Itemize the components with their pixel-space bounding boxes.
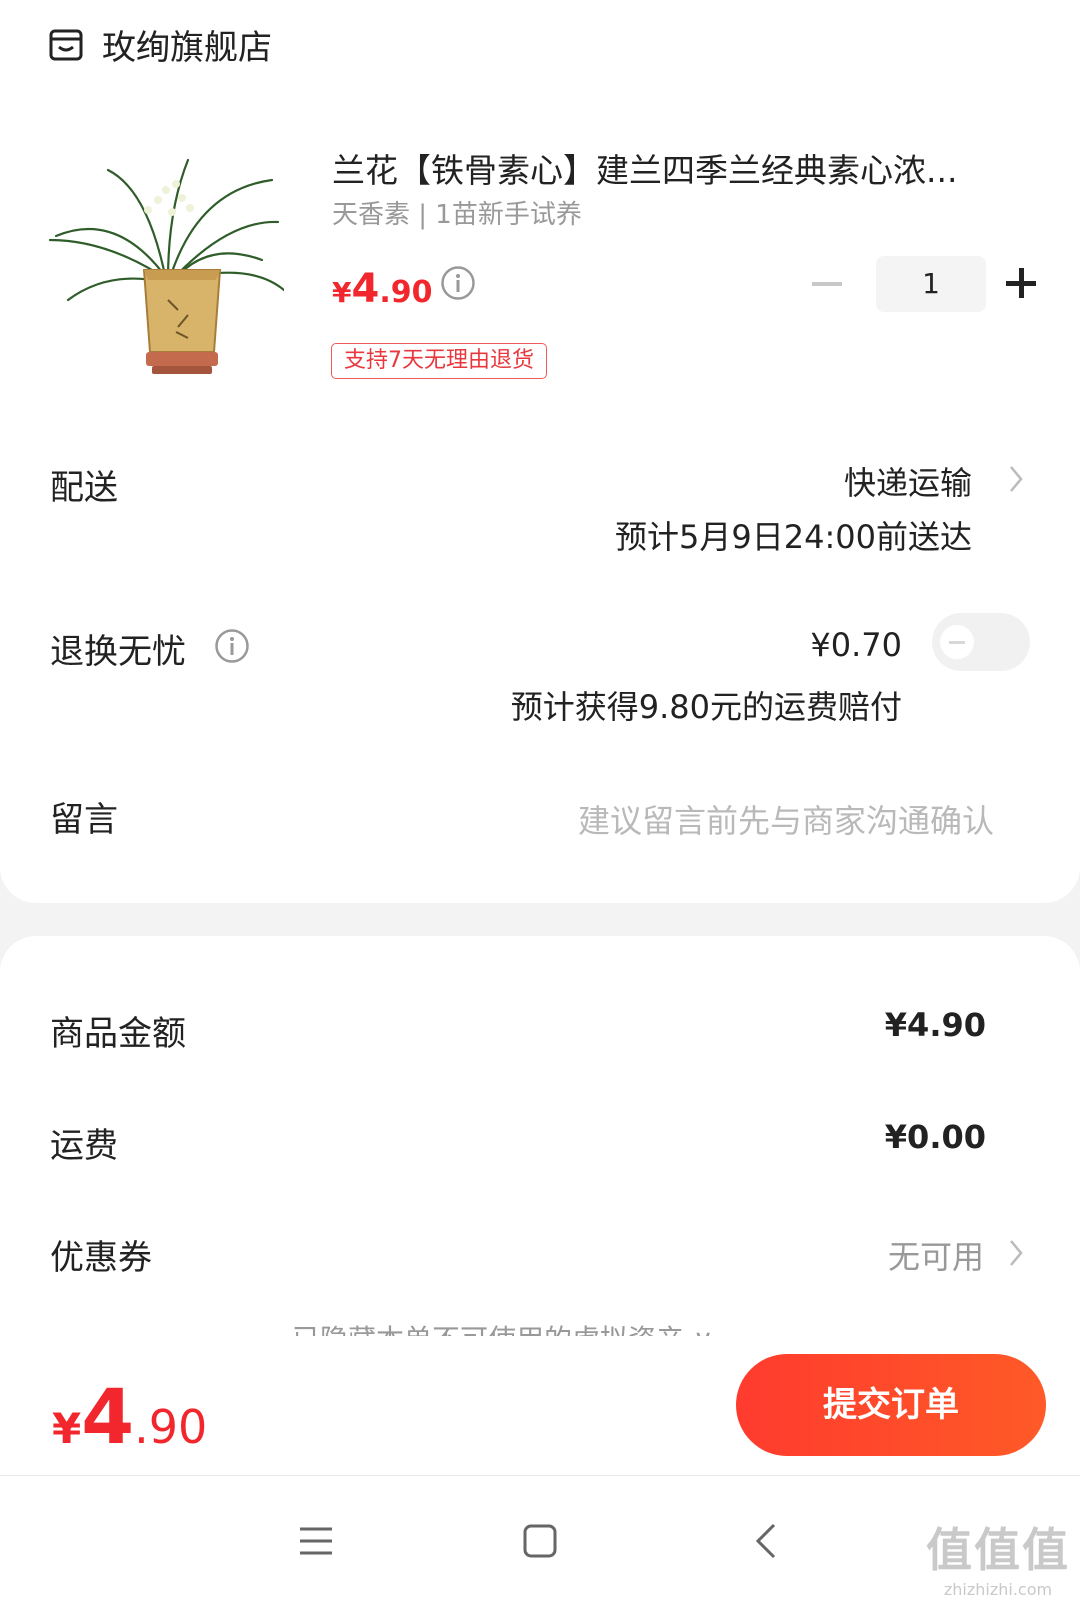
shipping-value: ¥0.00 xyxy=(884,1118,986,1156)
total-decimal: .90 xyxy=(134,1400,208,1454)
product-image[interactable] xyxy=(48,150,284,400)
product-title[interactable]: 兰花【铁骨素心】建兰四季兰经典素心浓... xyxy=(332,144,1012,192)
back-icon[interactable] xyxy=(746,1519,790,1563)
system-nav-bar: 值值值 zhizhizhi.com xyxy=(0,1477,1080,1605)
increase-button[interactable] xyxy=(1006,266,1042,302)
delivery-eta: 预计5月9日24:00前送达 xyxy=(615,518,972,556)
quantity-stepper[interactable]: 1 xyxy=(812,256,1042,312)
price-decimal: .90 xyxy=(379,275,433,310)
total-price: ¥ 4 .90 xyxy=(52,1372,207,1461)
quantity-field[interactable]: 1 xyxy=(876,256,986,312)
return-service-label: 退换无忧 xyxy=(50,632,186,672)
menu-icon[interactable] xyxy=(294,1519,338,1563)
goods-amount-value: ¥4.90 xyxy=(884,1006,986,1044)
return-policy-badge: 支持7天无理由退货 xyxy=(331,343,547,379)
checkout-bar: ¥ 4 .90 提交订单 xyxy=(0,1336,1080,1476)
info-icon[interactable] xyxy=(440,265,476,301)
decrease-button[interactable] xyxy=(812,282,842,286)
message-label: 留言 xyxy=(50,800,118,840)
delivery-method[interactable]: 快递运输 xyxy=(844,458,972,504)
store-name: 玫绚旗舰店 xyxy=(102,28,272,68)
goods-amount-label: 商品金额 xyxy=(50,1014,186,1054)
watermark-logo: 值值值 xyxy=(926,1523,1070,1577)
return-service-toggle[interactable] xyxy=(932,613,1030,671)
message-input[interactable]: 建议留言前先与商家沟通确认 xyxy=(578,796,994,842)
submit-order-button[interactable]: 提交订单 xyxy=(736,1354,1046,1456)
chevron-right-icon[interactable] xyxy=(1008,1238,1024,1268)
total-symbol: ¥ xyxy=(52,1404,82,1453)
store-icon xyxy=(49,29,83,60)
store-header[interactable]: 玫绚旗舰店 xyxy=(48,20,272,69)
price-symbol: ¥ xyxy=(332,276,352,309)
chevron-right-icon[interactable] xyxy=(1008,464,1024,494)
return-service-price: ¥0.70 xyxy=(810,626,902,664)
product-spec[interactable]: 天香素 | 1苗新手试养 xyxy=(332,194,582,231)
coupon-value[interactable]: 无可用 xyxy=(888,1232,984,1278)
delivery-label: 配送 xyxy=(50,468,118,508)
coupon-label: 优惠券 xyxy=(50,1238,152,1278)
product-price: ¥ 4 .90 xyxy=(332,266,432,312)
info-icon[interactable] xyxy=(214,628,250,664)
shipping-label: 运费 xyxy=(50,1126,118,1166)
home-icon[interactable] xyxy=(518,1519,562,1563)
toggle-knob xyxy=(940,625,974,659)
total-integer: 4 xyxy=(81,1372,135,1461)
return-service-note: 预计获得9.80元的运费赔付 xyxy=(510,688,902,726)
order-card: 玫绚旗舰店 兰花【铁骨素心】建兰四季兰经典素心浓... 天香素 | 1苗新手试养… xyxy=(0,0,1080,903)
watermark: 值值值 zhizhizhi.com xyxy=(926,1514,1070,1599)
watermark-url: zhizhizhi.com xyxy=(943,1580,1053,1599)
price-integer: 4 xyxy=(351,266,380,312)
